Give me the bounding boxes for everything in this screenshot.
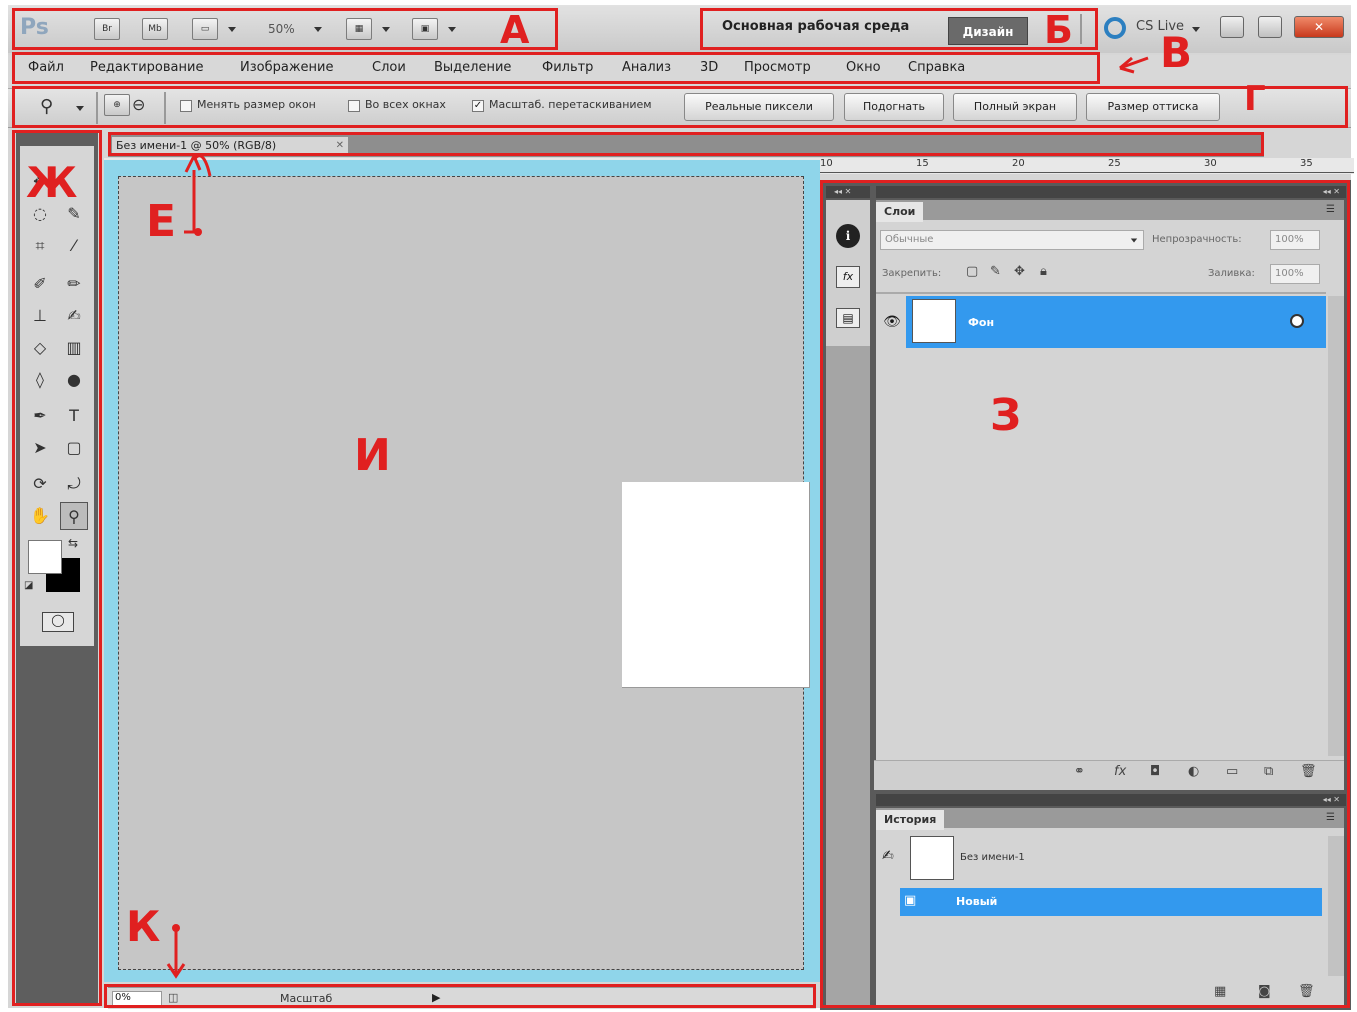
arrow-k-dot xyxy=(172,924,180,932)
annotation-arrows xyxy=(166,56,1149,979)
arrow-k xyxy=(166,928,186,979)
arrow-e-curve xyxy=(192,154,212,177)
arrow-e xyxy=(184,155,202,232)
arrow-e-dot xyxy=(194,228,202,236)
